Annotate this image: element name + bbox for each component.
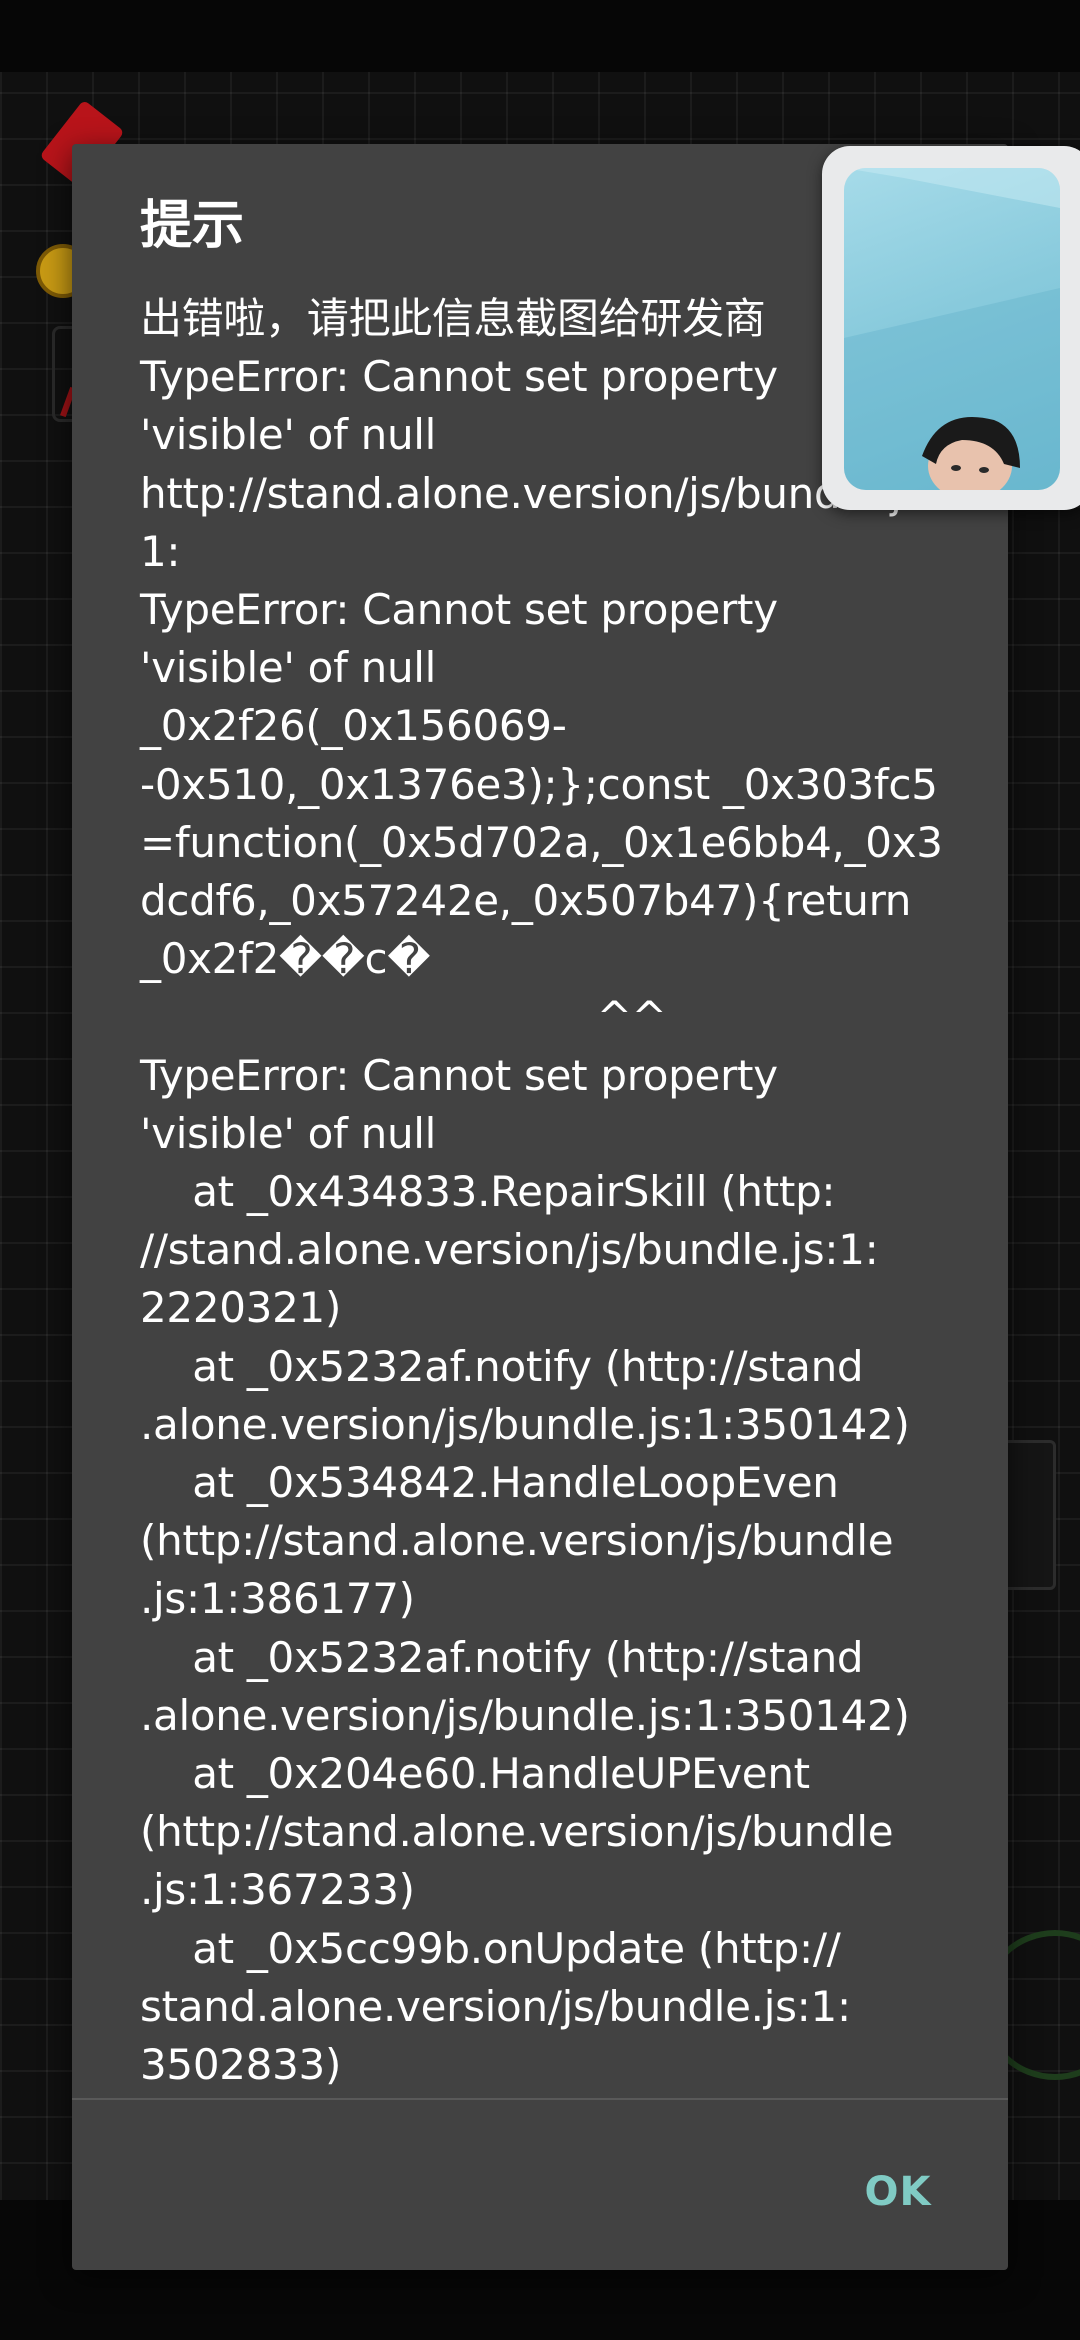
- error-message-line: at _0x534842.HandleLoopEven: [140, 1458, 839, 1508]
- error-message-line: dcdf6,_0x57242e,_0x507b47){return: [140, 876, 912, 926]
- ok-button[interactable]: OK: [828, 2150, 968, 2234]
- error-message-line: .js:1:386177): [140, 1574, 415, 1624]
- error-message-line: TypeError: Cannot set property: [140, 585, 778, 635]
- error-message-line: .alone.version/js/bundle.js:1:350142): [140, 1399, 910, 1449]
- error-message-line: 3502833): [140, 2040, 342, 2090]
- camera-preview-image: [844, 168, 1060, 490]
- error-message-line: TypeError: Cannot set property: [140, 1050, 778, 1100]
- error-message-line: at _0x5232af.notify (http://stand: [140, 1341, 864, 1391]
- error-message-line: //stand.alone.version/js/bundle.js:1:: [140, 1225, 879, 1275]
- error-message-line: at _0x434833.RepairSkill (http:: [140, 1167, 836, 1217]
- camera-preview-icon: [844, 168, 1060, 490]
- error-message-line: .alone.version/js/bundle.js:1:350142): [140, 1690, 910, 1740]
- dialog-divider: [72, 2098, 1008, 2100]
- error-message-line: -0x510,_0x1376e3);};const _0x303fc5: [140, 759, 938, 809]
- error-message-line: 1:: [140, 526, 181, 576]
- error-message-line: _0x2f26(_0x156069-: [140, 701, 567, 751]
- error-message-line: at _0x204e60.HandleUPEvent: [140, 1749, 810, 1799]
- error-message: 出错啦，请把此信息截图给研发商 TypeError: Cannot set pro…: [140, 290, 1020, 2094]
- game-top-bar: [0, 0, 1080, 72]
- camera-overlay-window[interactable]: [822, 146, 1080, 510]
- error-message-line: _0x2f2��c�: [140, 934, 431, 984]
- error-message-line: .js:1:367233): [140, 1865, 415, 1915]
- dialog-title: 提示: [140, 196, 245, 256]
- error-message-line: 'visible' of null: [140, 1108, 436, 1158]
- error-message-line: at _0x5232af.notify (http://stand: [140, 1632, 864, 1682]
- error-message-line: ^^: [140, 992, 667, 1042]
- error-message-line: 'visible' of null: [140, 643, 436, 693]
- error-message-line: stand.alone.version/js/bundle.js:1:: [140, 1981, 851, 2031]
- error-message-line: 2220321): [140, 1283, 342, 1333]
- error-message-line: (http://stand.alone.version/js/bundle: [140, 1807, 894, 1857]
- error-message-line: (http://stand.alone.version/js/bundle: [140, 1516, 894, 1566]
- error-message-line: =function(_0x5d702a,_0x1e6bb4,_0x3: [140, 817, 943, 867]
- error-message-line: at _0x5cc99b.onUpdate (http://: [140, 1923, 841, 1973]
